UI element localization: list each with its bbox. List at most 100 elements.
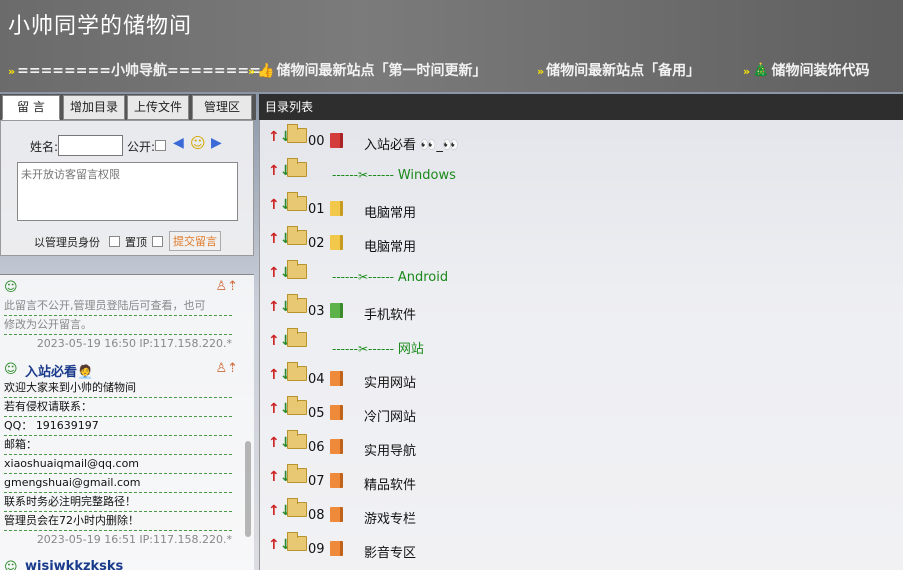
directory-name[interactable]: 实用导航 — [364, 440, 416, 459]
folder-icon — [287, 260, 307, 279]
emoji-icon: ☺ — [4, 362, 18, 377]
name-input[interactable] — [58, 135, 123, 156]
directory-separator[interactable]: ↑↓ ------✂------ Windows — [268, 158, 768, 192]
book-icon — [330, 303, 343, 318]
message-textarea[interactable] — [17, 162, 238, 221]
name-label: 姓名: — [30, 140, 59, 154]
top-nav: » ========小帅导航======== » 👍 储物间最新站点「第一时间更新」 … — [0, 60, 903, 82]
message-line: xiaoshuaiqmail@qq.com — [4, 455, 232, 474]
arrow-icon: » — [743, 65, 751, 78]
arrow-icon: » — [8, 65, 16, 78]
folder-icon — [287, 464, 307, 483]
nav-label: 储物间装饰代码 — [771, 63, 870, 79]
directory-name[interactable]: 入站必看 👀_👀 — [364, 134, 459, 153]
book-icon — [330, 405, 343, 420]
folder-icon — [287, 124, 307, 143]
directory-name[interactable]: 游戏专栏 — [364, 508, 416, 527]
directory-row[interactable]: ↑↓ 09 影音专区 — [268, 532, 768, 566]
nav-link-decor[interactable]: » 🎄 储物间装饰代码 — [743, 60, 870, 80]
message-line: 若有侵权请联系： — [4, 398, 232, 417]
pin-checkbox[interactable] — [152, 236, 163, 247]
message-scrollbar[interactable] — [245, 441, 251, 537]
directory-number: 07 — [308, 474, 325, 489]
smiley-icon[interactable]: ☺ — [190, 134, 206, 152]
separator-label: ------✂------ Android — [332, 270, 448, 285]
folder-icon — [287, 294, 307, 313]
message-meta: 2023-05-19 16:50 IP:117.158.220.* — [36, 337, 232, 350]
directory-row[interactable]: ↑↓ 02 电脑常用 — [268, 226, 768, 260]
folder-icon — [287, 532, 307, 551]
tab-add-directory[interactable]: 增加目录 — [63, 95, 125, 120]
submit-message-button[interactable]: 提交留言 — [169, 231, 221, 251]
folder-icon — [287, 430, 307, 449]
right-panel: 目录列表 ↑↓ 00 入站必看 👀_👀 ↑↓ ------✂------ Windows… — [259, 94, 903, 570]
user-pin-icons[interactable]: ♙⇡ — [215, 279, 238, 294]
message-line: 欢迎大家来到小帅的储物间 — [4, 379, 232, 398]
emoji-icon: ☺ — [4, 280, 18, 295]
book-icon — [330, 541, 343, 556]
scissors-divider-icon: ------✂------ — [332, 168, 398, 182]
nav-label: 储物间最新站点「备用」 — [546, 63, 701, 79]
message-head: ☺ ♙⇡ — [4, 279, 238, 297]
folder-icon — [287, 226, 307, 245]
directory-name[interactable]: 实用网站 — [364, 372, 416, 391]
directory-separator[interactable]: ↑↓ ------✂------ Android — [268, 260, 768, 294]
book-icon — [330, 133, 343, 148]
message-line: QQ： 191639197 — [4, 417, 232, 436]
emoji-icon: ☺ — [4, 560, 18, 570]
directory-name[interactable]: 影音专区 — [364, 542, 416, 561]
directory-row[interactable]: ↑↓ 01 电脑常用 — [268, 192, 768, 226]
directory-separator[interactable]: ↑↓ ------✂------ 网站 — [268, 328, 768, 362]
message-head: ☺ wisjwkkzksks — [4, 559, 232, 570]
scissors-divider-icon: ------✂------ — [332, 342, 398, 356]
pin-label: 置顶 — [125, 236, 147, 249]
folder-icon — [287, 362, 307, 381]
directory-number: 03 — [308, 304, 325, 319]
tab-upload-file[interactable]: 上传文件 — [127, 95, 189, 120]
book-icon — [330, 439, 343, 454]
left-panel: 留 言 增加目录 上传文件 管理区 姓名: 公开: ◀ ☺ ▶ 以管理员身份 置… — [0, 94, 256, 570]
directory-name[interactable]: 精品软件 — [364, 474, 416, 493]
directory-name[interactable]: 电脑常用 — [364, 202, 416, 221]
message-line: 联系时务必注明完整路径！ — [4, 493, 232, 512]
directory-number: 00 — [308, 134, 325, 149]
directory-list: ↑↓ 00 入站必看 👀_👀 ↑↓ ------✂------ Windows ↑↓ 01 电… — [259, 120, 903, 570]
directory-name[interactable]: 手机软件 — [364, 304, 416, 323]
user-pin-icons[interactable]: ♙⇡ — [215, 361, 238, 376]
book-icon — [330, 235, 343, 250]
directory-row[interactable]: ↑↓ 08 游戏专栏 — [268, 498, 768, 532]
tab-messages[interactable]: 留 言 — [2, 95, 60, 120]
message-line: gmengshuai@gmail.com — [4, 474, 232, 493]
book-icon — [330, 201, 343, 216]
directory-row[interactable]: ↑↓ 00 入站必看 👀_👀 — [268, 124, 768, 158]
christmas-tree-icon: 🎄 — [752, 63, 770, 79]
public-checkbox[interactable] — [155, 140, 166, 151]
nav-link-backup[interactable]: » 储物间最新站点「备用」 — [537, 60, 700, 80]
book-icon — [330, 473, 343, 488]
directory-row[interactable]: ↑↓ 04 实用网站 — [268, 362, 768, 396]
folder-icon — [287, 328, 307, 347]
message-line: 邮箱： — [4, 436, 232, 455]
directory-number: 02 — [308, 236, 325, 251]
directory-row[interactable]: ↑↓ 06 实用导航 — [268, 430, 768, 464]
directory-row[interactable]: ↑↓ 05 冷门网站 — [268, 396, 768, 430]
prev-emoji-icon[interactable]: ◀ — [173, 135, 184, 151]
directory-row[interactable]: ↑↓ 07 精品软件 — [268, 464, 768, 498]
admin-checkbox[interactable] — [109, 236, 120, 247]
tab-admin[interactable]: 管理区 — [192, 95, 252, 120]
nav-link-latest[interactable]: » 👍 储物间最新站点「第一时间更新」 — [248, 60, 487, 80]
next-emoji-icon[interactable]: ▶ — [211, 135, 222, 151]
message-list: ☺ ♙⇡ 此留言不公开,管理员登陆后可查看，也可 修改为公开留言。 2023-0… — [0, 274, 254, 570]
directory-name[interactable]: 电脑常用 — [364, 236, 416, 255]
directory-number: 05 — [308, 406, 325, 421]
nav-label: 储物间最新站点「第一时间更新」 — [276, 63, 487, 79]
folder-icon — [287, 396, 307, 415]
directory-row[interactable]: ↑↓ 03 手机软件 — [268, 294, 768, 328]
directory-name[interactable]: 冷门网站 — [364, 406, 416, 425]
separator-label: ------✂------ 网站 — [332, 338, 424, 357]
folder-icon — [287, 498, 307, 517]
message-form: 姓名: 公开: ◀ ☺ ▶ 以管理员身份 置顶 提交留言 — [0, 120, 254, 256]
nav-link-xiaoshuai[interactable]: » ========小帅导航======== — [8, 60, 261, 80]
separator-text: Android — [397, 270, 449, 285]
directory-number: 06 — [308, 440, 325, 455]
